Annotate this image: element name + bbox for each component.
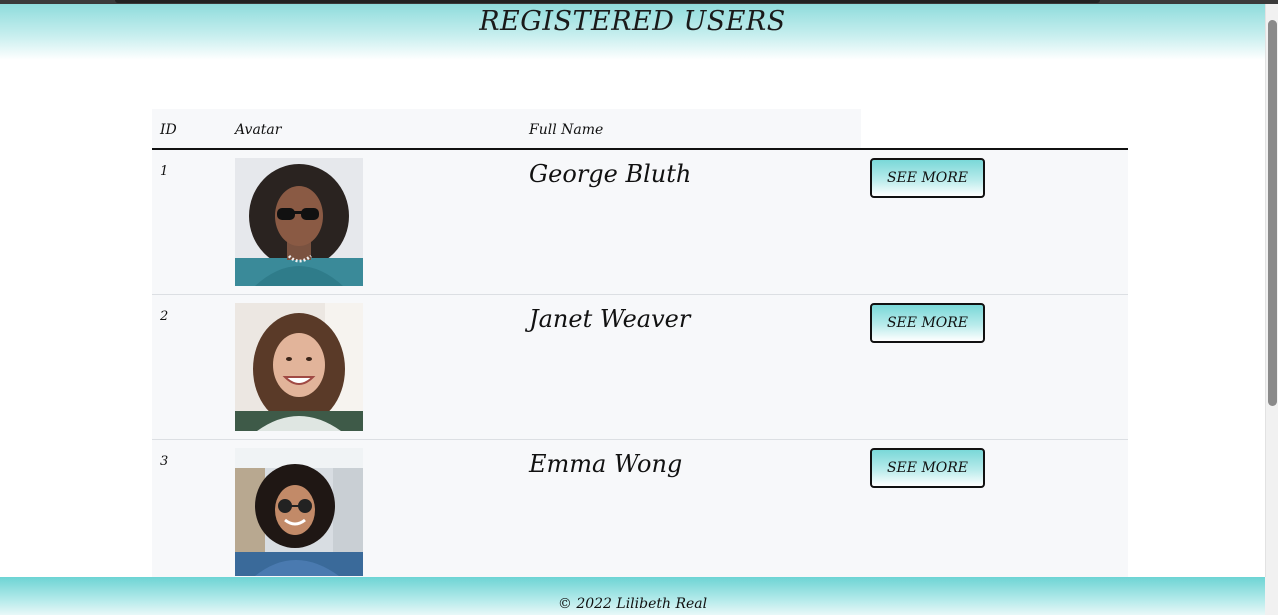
- user-full-name: George Bluth: [521, 149, 861, 295]
- column-header-actions: [861, 109, 1128, 150]
- see-more-button[interactable]: SEE MORE: [870, 447, 985, 488]
- users-table-container: ID Avatar Full Name 1 George Bluth SEE M…: [152, 109, 1128, 577]
- browser-top-strip-inner: [115, 0, 1100, 3]
- column-header-full-name: Full Name: [521, 109, 861, 150]
- page-footer: © 2022 Lilibeth Real: [0, 577, 1265, 615]
- users-table: ID Avatar Full Name 1 George Bluth SEE M…: [152, 109, 1128, 577]
- avatar: [235, 447, 363, 576]
- column-header-id: ID: [152, 109, 227, 150]
- user-id: 3: [152, 439, 227, 577]
- action-cell: SEE MORE: [861, 294, 1128, 440]
- action-cell: SEE MORE: [861, 439, 1128, 577]
- avatar-photo-emma: [235, 447, 363, 576]
- table-row: 1 George Bluth SEE MORE: [152, 149, 1128, 295]
- avatar: [235, 302, 363, 431]
- user-full-name: Emma Wong: [521, 439, 861, 577]
- avatar: [235, 158, 363, 286]
- avatar-cell: [227, 439, 521, 577]
- see-more-button[interactable]: SEE MORE: [870, 302, 985, 343]
- avatar-cell: [227, 294, 521, 440]
- column-header-avatar: Avatar: [227, 109, 521, 150]
- vertical-scrollbar[interactable]: [1265, 4, 1278, 577]
- action-cell: SEE MORE: [861, 149, 1128, 295]
- page-header: REGISTERED USERS: [0, 4, 1265, 60]
- avatar-cell: [227, 149, 521, 295]
- table-header-row: ID Avatar Full Name: [152, 109, 1128, 150]
- user-id: 1: [152, 149, 227, 295]
- user-id: 2: [152, 294, 227, 440]
- avatar-photo-janet: [235, 302, 363, 431]
- table-row: 3 Emma Wong SEE MORE: [152, 439, 1128, 577]
- user-full-name: Janet Weaver: [521, 294, 861, 440]
- scrollbar-thumb[interactable]: [1268, 20, 1277, 406]
- scrollbar-corner: [1265, 577, 1278, 615]
- page-title: REGISTERED USERS: [479, 6, 786, 37]
- avatar-photo-george: [235, 158, 363, 286]
- footer-copyright: © 2022 Lilibeth Real: [557, 596, 708, 612]
- table-row: 2 Janet Weaver SEE MORE: [152, 294, 1128, 440]
- see-more-button[interactable]: SEE MORE: [870, 158, 985, 198]
